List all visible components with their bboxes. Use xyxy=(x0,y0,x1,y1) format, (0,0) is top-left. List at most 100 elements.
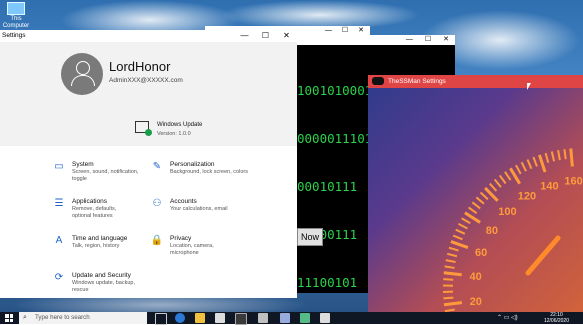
window-title-bar[interactable]: Settings — ☐ ✕ xyxy=(0,30,297,42)
close-button[interactable]: ✕ xyxy=(276,30,297,42)
maximize-button[interactable]: ☐ xyxy=(425,35,431,45)
gauge-label: 60 xyxy=(475,247,487,259)
category-title: Privacy xyxy=(170,235,222,243)
category-privacy[interactable]: 🔒 Privacy Location, camera, microphone xyxy=(150,235,222,256)
search-box[interactable]: ⌕ Type here to search xyxy=(19,312,147,324)
minimize-button[interactable]: — xyxy=(406,35,413,45)
category-title: Time and language xyxy=(72,235,142,243)
start-button[interactable] xyxy=(5,314,13,322)
gauge-label: 100 xyxy=(498,206,516,218)
gauge-tick xyxy=(447,254,457,256)
app-icon[interactable] xyxy=(258,313,268,323)
category-title: Applications xyxy=(72,198,134,206)
edge-icon[interactable] xyxy=(175,313,185,323)
gauge-tick xyxy=(443,279,453,280)
gauge-tick xyxy=(571,149,573,167)
category-title: Personalization xyxy=(170,161,250,169)
gauge-tick xyxy=(444,273,462,275)
user-body-shape xyxy=(71,75,95,86)
gauge-tick xyxy=(495,179,501,187)
gauge-tick xyxy=(546,153,549,163)
time-language-icon: A xyxy=(52,235,66,247)
gamepad-icon xyxy=(372,77,384,85)
gauge-tick xyxy=(472,202,480,208)
mouse-cursor xyxy=(527,83,531,90)
category-description: Screen, sound, notification, toggle xyxy=(72,169,142,182)
category-system[interactable]: ▭ System Screen, sound, notification, to… xyxy=(52,161,142,182)
settings-window[interactable]: Settings — ☐ ✕ LordHonor AdminXXX@XXXXX.… xyxy=(0,30,297,298)
category-accounts[interactable]: ⚇ Accounts Your calculations, email xyxy=(150,198,260,213)
gauge-tick xyxy=(490,184,497,191)
gauge-tick xyxy=(476,197,484,203)
app-icon[interactable] xyxy=(235,313,247,325)
category-update-security[interactable]: ⟳ Update and Security Windows update, ba… xyxy=(52,272,136,293)
user-email: AdminXXX@XXXXX.com xyxy=(109,77,183,84)
now-button[interactable]: Now xyxy=(297,228,323,246)
avatar[interactable] xyxy=(61,53,103,95)
window-title-bar[interactable]: TheSSMan Settings xyxy=(368,75,583,88)
task-view-icon[interactable] xyxy=(155,313,167,325)
category-description: Remove, defaults, optional features xyxy=(72,206,134,219)
gauge-label: 160 xyxy=(564,175,582,187)
gauge-tick xyxy=(505,172,511,180)
gauge-tick xyxy=(552,152,554,162)
gauge-tick xyxy=(462,218,471,223)
gauge-tick xyxy=(539,155,545,172)
gauge-tick xyxy=(449,248,459,251)
gauge-tick xyxy=(453,236,462,240)
window-title: TheSSMan Settings xyxy=(388,78,446,85)
gauge-tick xyxy=(456,230,465,234)
desktop-icon-this-computer[interactable]: This Computer xyxy=(2,2,30,30)
gauge-tick xyxy=(516,165,521,174)
category-title: Update and Security xyxy=(72,272,136,280)
laptop-icon: ▭ xyxy=(52,161,66,173)
taskbar: ⌕ Type here to search ⌃ ▭ ◁) 22:10 12/06… xyxy=(0,312,583,324)
tray-icons[interactable]: ⌃ ▭ ◁) xyxy=(497,315,518,321)
app-icon[interactable] xyxy=(320,313,330,323)
close-button[interactable]: ✕ xyxy=(443,35,449,45)
apps-icon: ☰ xyxy=(52,198,66,210)
gauge-tick xyxy=(481,193,488,200)
gauge-tick xyxy=(558,150,560,160)
clock[interactable]: 22:10 12/06/2020 xyxy=(544,312,569,324)
windows-update-icon[interactable] xyxy=(135,121,149,133)
windows-update-title[interactable]: Windows Update xyxy=(157,122,202,128)
category-title: System xyxy=(72,161,142,169)
gauge-tick xyxy=(445,309,455,311)
window-title: Settings xyxy=(2,32,26,39)
user-head-shape xyxy=(76,61,90,75)
file-explorer-icon[interactable] xyxy=(195,313,205,323)
gauge-tick xyxy=(445,266,455,268)
category-time-language[interactable]: A Time and language Talk, region, histor… xyxy=(52,235,142,250)
desktop-icon-label: This Computer xyxy=(2,16,30,30)
personalization-icon: ✎ xyxy=(150,161,164,173)
gauge-label: 140 xyxy=(540,180,558,192)
speedometer-window[interactable]: TheSSMan Settings 020406080100120140160 xyxy=(368,75,583,315)
computer-icon xyxy=(7,2,25,15)
search-placeholder: Type here to search xyxy=(35,312,90,324)
category-personalization[interactable]: ✎ Personalization Background, lock scree… xyxy=(150,161,250,176)
app-icon[interactable] xyxy=(215,313,225,323)
accounts-icon: ⚇ xyxy=(150,198,164,210)
gauge-tick xyxy=(444,303,462,305)
windows-update-version: Version: 1.0.0 xyxy=(157,131,191,137)
privacy-icon: 🔒 xyxy=(150,235,164,247)
category-description: Location, camera, microphone xyxy=(170,243,222,256)
app-icon[interactable] xyxy=(280,313,290,323)
clock-date: 12/06/2020 xyxy=(544,318,569,324)
maximize-button[interactable]: ☐ xyxy=(255,30,276,42)
gauge-label: 120 xyxy=(518,191,536,203)
speedometer-gauge: 020406080100120140160 xyxy=(368,88,583,315)
gauge-tick xyxy=(522,162,526,171)
category-description: Windows update, backup, rescue xyxy=(72,280,136,293)
user-name: LordHonor xyxy=(109,59,170,74)
window-title-bar[interactable]: — ☐ ✕ xyxy=(297,35,455,45)
minimize-button[interactable]: — xyxy=(234,30,255,42)
category-applications[interactable]: ☰ Applications Remove, defaults, optiona… xyxy=(52,198,134,219)
category-description: Talk, region, history xyxy=(72,243,142,250)
gauge-label: 20 xyxy=(470,296,482,308)
app-icon[interactable] xyxy=(300,313,310,323)
gauge-tick xyxy=(564,149,565,159)
category-title: Accounts xyxy=(170,198,260,206)
category-description: Your calculations, email xyxy=(170,206,260,213)
